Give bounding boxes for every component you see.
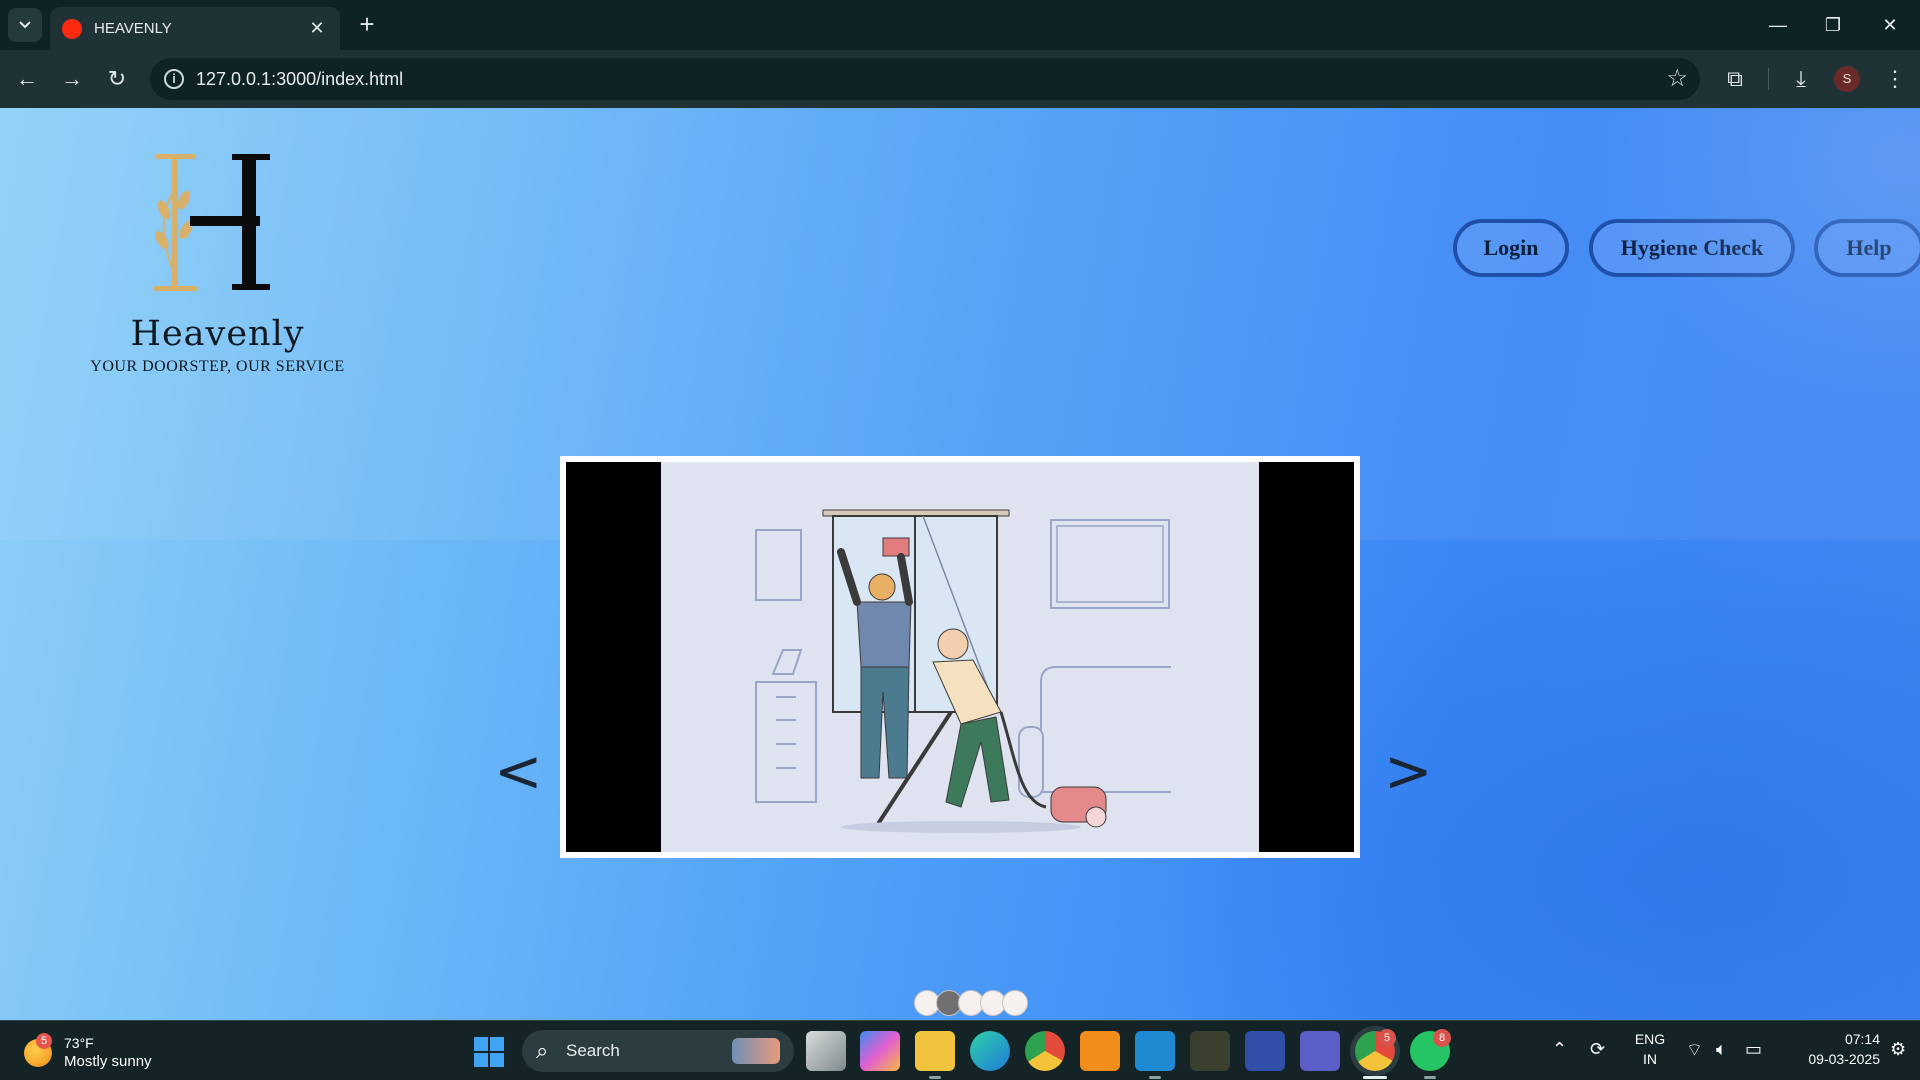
language-code[interactable]: ENG bbox=[1630, 1031, 1670, 1047]
chevron-up-icon[interactable]: ⌃ bbox=[1552, 1039, 1567, 1060]
wifi-icon[interactable]: ⌔ bbox=[1686, 1039, 1703, 1062]
taskbar-search-label: Search bbox=[566, 1041, 620, 1060]
dev-app-icon[interactable] bbox=[1245, 1031, 1285, 1071]
sync-icon[interactable]: ⟳ bbox=[1590, 1039, 1605, 1060]
copilot-icon[interactable] bbox=[860, 1031, 900, 1071]
minimize-button[interactable]: — bbox=[1758, 10, 1798, 40]
bookmark-star-icon[interactable]: ☆ bbox=[1666, 64, 1688, 93]
cleaning-illustration bbox=[661, 462, 1259, 852]
tab-title: HEAVENLY bbox=[94, 20, 172, 37]
back-button[interactable]: ← bbox=[10, 62, 44, 96]
weather-widget[interactable]: 5 73°F Mostly sunny bbox=[24, 1033, 204, 1073]
sublime-text-icon[interactable] bbox=[1080, 1031, 1120, 1071]
task-view-icon[interactable] bbox=[806, 1031, 846, 1071]
new-tab-button[interactable]: + bbox=[352, 10, 382, 40]
site-info-icon[interactable]: i bbox=[164, 69, 184, 89]
carousel-slide bbox=[560, 456, 1360, 858]
language-region[interactable]: IN bbox=[1630, 1051, 1670, 1067]
carousel-next-button[interactable]: > bbox=[1384, 742, 1433, 800]
search-icon: ⌕ bbox=[536, 1038, 549, 1063]
start-windows-icon[interactable] bbox=[474, 1037, 504, 1067]
app-icon[interactable] bbox=[1190, 1031, 1230, 1071]
login-button[interactable]: Login bbox=[1453, 219, 1569, 277]
weather-badge: 5 bbox=[36, 1033, 52, 1049]
menu-kebab-icon[interactable]: ⋮ bbox=[1878, 62, 1912, 96]
clock-date[interactable]: 09-03-2025 bbox=[1780, 1051, 1880, 1067]
carousel-prev-button[interactable]: < bbox=[494, 742, 543, 800]
edge-icon[interactable] bbox=[970, 1031, 1010, 1071]
forward-button[interactable]: → bbox=[55, 62, 89, 96]
brand-tagline: YOUR DOORSTEP, OUR SERVICE bbox=[90, 358, 345, 375]
close-tab-icon[interactable]: ✕ bbox=[306, 18, 328, 39]
notification-bell-icon[interactable]: ⚙ bbox=[1890, 1039, 1906, 1060]
close-window-button[interactable]: ✕ bbox=[1870, 10, 1910, 40]
file-explorer-icon[interactable] bbox=[915, 1031, 955, 1071]
taskbar-search[interactable]: ⌕ Search bbox=[522, 1030, 794, 1072]
downloads-icon[interactable]: ⤓ bbox=[1784, 62, 1818, 96]
running-indicator bbox=[1149, 1076, 1161, 1079]
browser-tab[interactable]: HEAVENLY ✕ bbox=[50, 7, 340, 50]
heavenly-logo bbox=[154, 154, 270, 291]
brand-name: Heavenly bbox=[130, 314, 305, 354]
battery-icon[interactable]: ▭ bbox=[1745, 1039, 1762, 1060]
speaker-muted-icon[interactable]: 🔈︎ bbox=[1716, 1039, 1727, 1060]
chrome-badge: 5 bbox=[1378, 1029, 1396, 1047]
whatsapp-badge: 8 bbox=[1433, 1029, 1451, 1047]
profile-avatar[interactable]: S bbox=[1834, 66, 1860, 92]
browser-toolbar: ← → ↻ i 127.0.0.1:3000/index.html ☆ ⧉ ⤓ … bbox=[0, 50, 1920, 108]
active-indicator bbox=[1363, 1076, 1387, 1079]
running-indicator bbox=[1424, 1076, 1436, 1079]
windows-taskbar: 5 73°F Mostly sunny ⌕ Search 5 8 ⌃ ⟳ ENG… bbox=[0, 1020, 1920, 1080]
chrome-icon[interactable] bbox=[1025, 1031, 1065, 1071]
reload-button[interactable]: ↻ bbox=[100, 62, 134, 96]
restore-button[interactable]: ❐ bbox=[1813, 10, 1853, 40]
clock-time[interactable]: 07:14 bbox=[1780, 1031, 1880, 1047]
hygiene-check-button[interactable]: Hygiene Check bbox=[1589, 219, 1795, 277]
weather-temperature: 73°F bbox=[64, 1035, 94, 1051]
help-button[interactable]: Help bbox=[1814, 219, 1920, 277]
running-indicator bbox=[929, 1076, 941, 1079]
carousel-dots bbox=[914, 990, 1028, 1016]
address-bar[interactable]: i 127.0.0.1:3000/index.html ☆ bbox=[150, 58, 1700, 100]
chevron-down-icon bbox=[19, 21, 31, 29]
slide-letterbox bbox=[566, 462, 1354, 852]
tab-strip: HEAVENLY ✕ + — ❐ ✕ bbox=[0, 0, 1920, 50]
tab-search-button[interactable] bbox=[8, 8, 42, 42]
search-highlight-icon bbox=[732, 1038, 780, 1064]
vscode-icon[interactable] bbox=[1135, 1031, 1175, 1071]
carousel-dot-5[interactable] bbox=[1002, 990, 1028, 1016]
extensions-icon[interactable]: ⧉ bbox=[1718, 62, 1752, 96]
toolbar-separator bbox=[1768, 68, 1769, 90]
site-favicon-icon bbox=[62, 18, 82, 39]
teams-icon[interactable] bbox=[1300, 1031, 1340, 1071]
url-text[interactable]: 127.0.0.1:3000/index.html bbox=[196, 69, 403, 90]
weather-condition: Mostly sunny bbox=[64, 1053, 152, 1070]
